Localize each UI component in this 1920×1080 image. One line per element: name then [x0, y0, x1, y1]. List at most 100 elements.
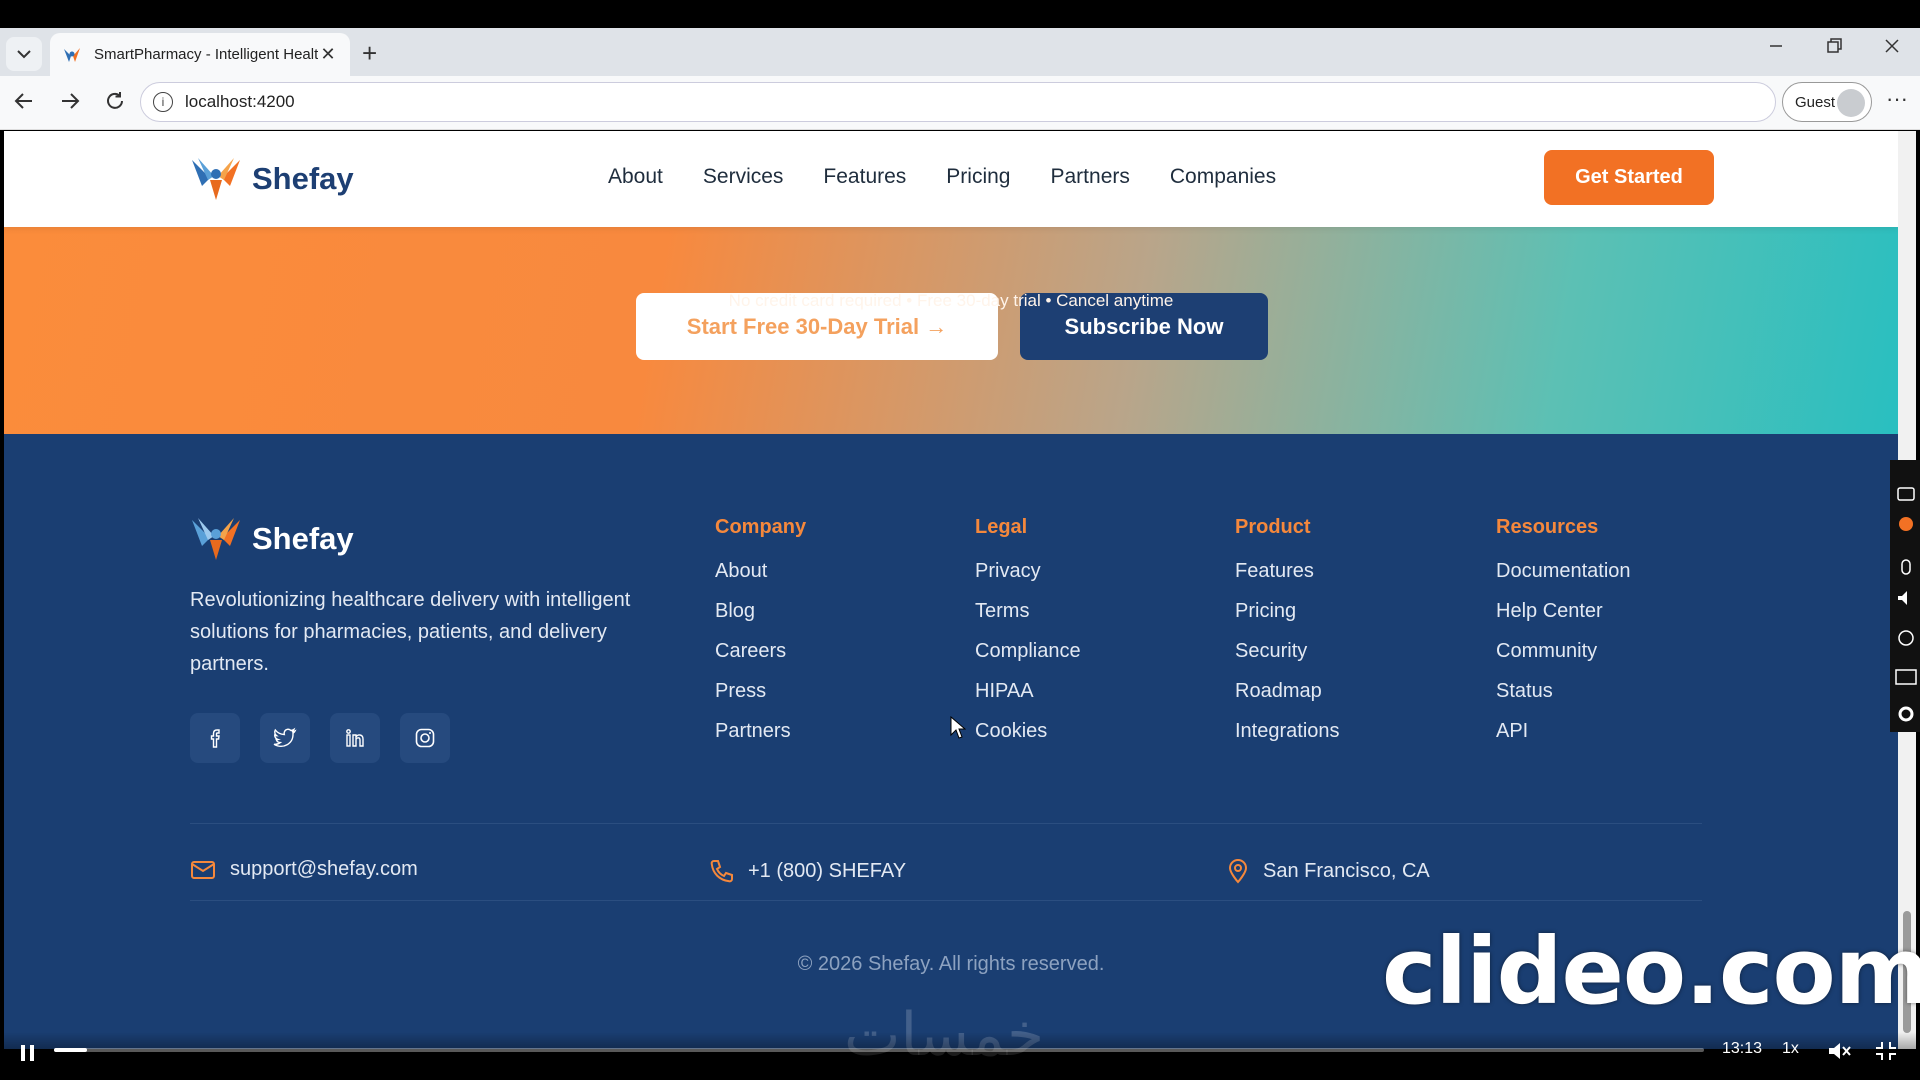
footer-link-api[interactable]: API: [1496, 719, 1631, 759]
footer-link-features[interactable]: Features: [1235, 559, 1340, 599]
footer-description: Revolutionizing healthcare delivery with…: [190, 589, 631, 675]
nav-features[interactable]: Features: [823, 165, 906, 189]
footer-link-community[interactable]: Community: [1496, 639, 1631, 679]
video-progress-bar[interactable]: [54, 1048, 1704, 1052]
twitter-button[interactable]: [260, 713, 310, 763]
footer-link-help-center[interactable]: Help Center: [1496, 599, 1631, 639]
pause-icon[interactable]: [18, 1042, 38, 1064]
nav-pricing[interactable]: Pricing: [946, 165, 1010, 189]
get-started-button[interactable]: Get Started: [1544, 150, 1714, 205]
footer-link-about[interactable]: About: [715, 559, 806, 599]
address-bar[interactable]: i localhost:4200: [140, 82, 1776, 122]
address-url: localhost:4200: [185, 92, 295, 111]
screen: SmartPharmacy - Intelligent Healt ✕ + i …: [0, 0, 1920, 1080]
contact-email[interactable]: support@shefay.com: [190, 858, 418, 881]
footer-link-pricing[interactable]: Pricing: [1235, 599, 1340, 639]
video-player-controls: 13:13 1x: [0, 1032, 1920, 1080]
mail-icon: [191, 860, 215, 879]
contact-location-text: San Francisco, CA: [1263, 859, 1430, 882]
footer-link-roadmap[interactable]: Roadmap: [1235, 679, 1340, 719]
instagram-icon: [415, 728, 435, 748]
footer-link-partners[interactable]: Partners: [715, 719, 806, 759]
facebook-icon: [210, 729, 220, 748]
fullscreen-exit-icon[interactable]: [1874, 1040, 1898, 1062]
phoenix-logo-icon: [192, 158, 240, 200]
footer-link-compliance[interactable]: Compliance: [975, 639, 1081, 679]
nav-companies[interactable]: Companies: [1170, 165, 1276, 189]
nav-partners[interactable]: Partners: [1051, 165, 1130, 189]
browser-toolbar: i localhost:4200 Guest ···: [0, 76, 1920, 130]
footer-link-security[interactable]: Security: [1235, 639, 1340, 679]
contact-phone-text: +1 (800) SHEFAY: [748, 859, 907, 882]
footer-link-integrations[interactable]: Integrations: [1235, 719, 1340, 759]
map-pin-icon: [1228, 859, 1248, 884]
back-arrow-icon[interactable]: [12, 90, 36, 112]
avatar-icon: [1837, 89, 1865, 117]
chevron-down-icon: [17, 50, 31, 59]
browser-tab-active[interactable]: SmartPharmacy - Intelligent Healt ✕: [50, 33, 350, 76]
footer-col-company: Company About Blog Careers Press Partner…: [715, 516, 806, 759]
footer-link-documentation[interactable]: Documentation: [1496, 559, 1631, 599]
video-progress-fill: [54, 1048, 87, 1052]
instagram-button[interactable]: [400, 713, 450, 763]
footer-col-product: Product Features Pricing Security Roadma…: [1235, 516, 1340, 759]
nav-services[interactable]: Services: [703, 165, 784, 189]
linkedin-icon: [346, 729, 364, 747]
footer-link-careers[interactable]: Careers: [715, 639, 806, 679]
facebook-button[interactable]: [190, 713, 240, 763]
footer-col-title: Legal: [975, 516, 1028, 538]
tab-title: SmartPharmacy - Intelligent Healt: [94, 46, 318, 63]
footer-divider: [190, 823, 1702, 824]
footer-col-legal: Legal Privacy Terms Compliance HIPAA Coo…: [975, 516, 1081, 759]
recorder-toolbar: [1890, 460, 1920, 732]
footer-brand: Shefay: [252, 521, 354, 556]
minimize-icon[interactable]: [1768, 36, 1784, 56]
profile-label: Guest: [1795, 93, 1836, 111]
linkedin-button[interactable]: [330, 713, 380, 763]
footer-link-blog[interactable]: Blog: [715, 599, 806, 639]
footer-link-status[interactable]: Status: [1496, 679, 1631, 719]
footer-link-cookies[interactable]: Cookies: [975, 719, 1081, 759]
footer-col-title: Resources: [1496, 516, 1599, 538]
footer-divider: [190, 900, 1702, 901]
camera-icon[interactable]: [1890, 460, 1920, 732]
clideo-watermark: clideo.com: [1382, 918, 1920, 1025]
footer-col-title: Product: [1235, 516, 1311, 538]
contact-location: San Francisco, CA: [1227, 858, 1430, 884]
contact-email-text: support@shefay.com: [230, 858, 418, 880]
page-viewport: Start Free 30-Day Trial → Subscribe Now …: [4, 131, 1898, 1049]
browser-tab-bar: SmartPharmacy - Intelligent Healt ✕ +: [0, 28, 1920, 76]
profile-button[interactable]: Guest: [1782, 82, 1872, 122]
footer-link-press[interactable]: Press: [715, 679, 806, 719]
video-time: 13:13: [1722, 1040, 1763, 1057]
site-info-icon[interactable]: i: [153, 92, 173, 112]
restore-icon[interactable]: [1826, 36, 1842, 56]
footer-logo[interactable]: Shefay: [190, 516, 354, 562]
favicon-icon: [64, 47, 80, 62]
tab-close-icon[interactable]: ✕: [318, 44, 338, 65]
cta-note: No credit card required • Free 30-day tr…: [728, 291, 1174, 310]
footer-link-privacy[interactable]: Privacy: [975, 559, 1081, 599]
social-links: [190, 713, 450, 763]
playback-speed[interactable]: 1x: [1782, 1040, 1799, 1058]
footer-col-resources: Resources Documentation Help Center Comm…: [1496, 516, 1631, 759]
phoenix-logo-icon: [192, 518, 240, 560]
phone-icon: [710, 860, 733, 883]
mouse-cursor-icon: [950, 716, 966, 739]
header-logo[interactable]: Shefay: [190, 156, 354, 202]
reload-icon[interactable]: [104, 90, 126, 112]
forward-arrow-icon[interactable]: [58, 90, 82, 112]
mute-icon[interactable]: [1826, 1040, 1852, 1062]
footer-link-hipaa[interactable]: HIPAA: [975, 679, 1081, 719]
site-header: Shefay About Services Features Pricing P…: [4, 131, 1898, 227]
header-brand: Shefay: [252, 161, 354, 196]
close-window-icon[interactable]: [1884, 36, 1900, 56]
new-tab-button[interactable]: +: [362, 40, 377, 66]
nav-about[interactable]: About: [608, 165, 663, 189]
footer-link-terms[interactable]: Terms: [975, 599, 1081, 639]
more-menu-icon[interactable]: ···: [1886, 86, 1908, 112]
contact-phone[interactable]: +1 (800) SHEFAY: [708, 858, 906, 884]
footer-col-title: Company: [715, 516, 807, 538]
main-nav: About Services Features Pricing Partners…: [608, 165, 1276, 189]
tab-search-button[interactable]: [6, 37, 42, 71]
